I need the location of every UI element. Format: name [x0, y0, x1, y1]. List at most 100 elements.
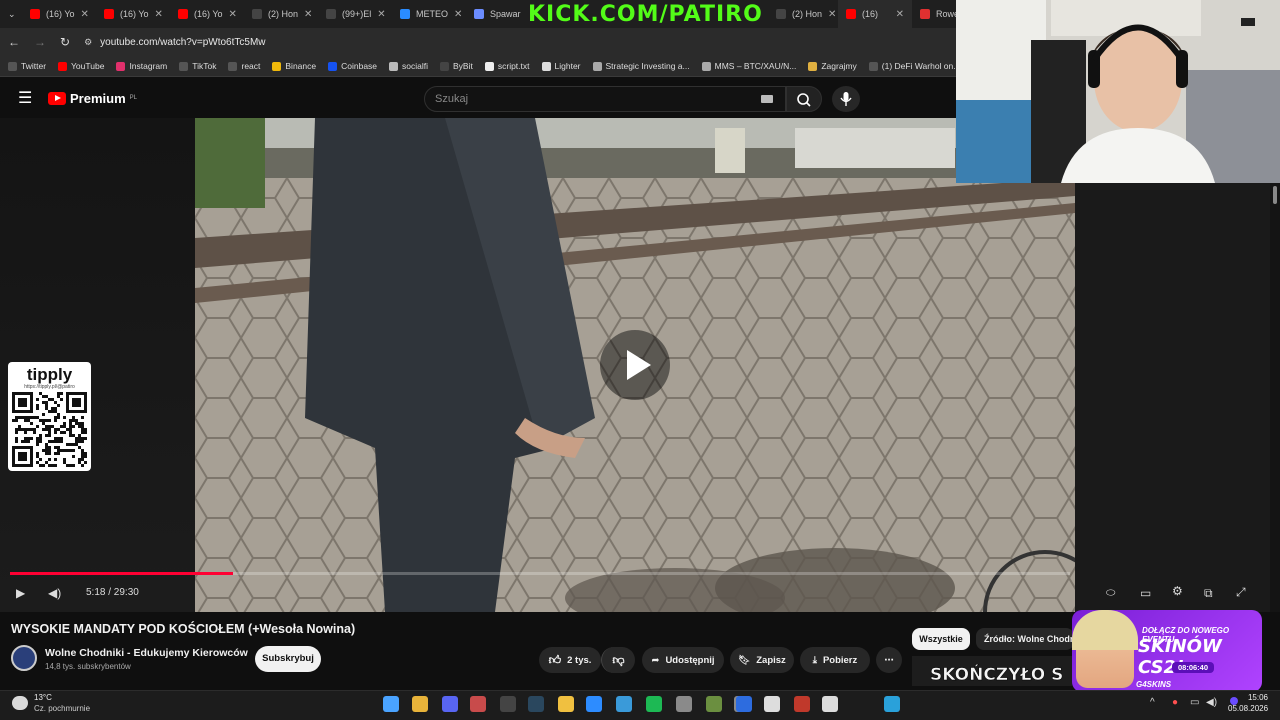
bookmark-item[interactable]: Instagram — [116, 61, 167, 71]
tab-list-button[interactable]: ⌄ — [0, 0, 22, 28]
bookmark-item[interactable]: Zagrajmy — [808, 61, 857, 71]
bookmark-item[interactable]: (1) DeFi Warhol on... — [868, 61, 956, 71]
subtitles-icon[interactable]: ▭ — [1140, 586, 1151, 600]
close-tab-icon[interactable]: ✕ — [304, 9, 312, 20]
browser-tab[interactable]: METEO ✕ — [392, 0, 466, 28]
big-play-button[interactable] — [600, 330, 670, 400]
voice-search-button[interactable] — [832, 86, 860, 112]
taskbar-date[interactable]: 05.08.2026 — [1228, 704, 1268, 713]
tray-chevron-icon[interactable]: ^ — [1150, 697, 1155, 708]
bookmark-item[interactable]: Twitter — [8, 61, 46, 71]
bookmark-item[interactable]: YouTube — [58, 61, 104, 71]
more-actions-button[interactable]: ⋯ — [876, 647, 902, 673]
url-field[interactable]: ⚙ youtube.com/watch?v=pWto6tTc5Mw — [84, 31, 956, 53]
browser-tab[interactable]: (16) Yo ✕ — [22, 0, 96, 28]
browser-tab[interactable]: Rowe — [912, 0, 956, 28]
volume-icon[interactable]: ◀) — [48, 586, 61, 600]
telegram-icon[interactable] — [884, 696, 900, 712]
share-button[interactable]: ➦ Udostępnij — [642, 647, 724, 673]
play-pause-icon[interactable]: ▶ — [16, 586, 25, 600]
discord-icon[interactable] — [442, 696, 458, 712]
browser-tab[interactable]: (16) Yo ✕ — [96, 0, 170, 28]
bookmark-item[interactable]: MMS – BTC/XAU/N... — [701, 61, 796, 71]
steam-icon[interactable] — [528, 696, 544, 712]
chip-all[interactable]: Wszystkie — [912, 628, 970, 650]
youtube-premium-logo[interactable]: Premium PL — [48, 91, 137, 106]
weather-description[interactable]: Cz. pochmurnie — [34, 704, 90, 713]
bookmark-item[interactable]: socialfi — [389, 61, 428, 71]
settings-gear-icon[interactable]: ⚙ — [1172, 584, 1183, 598]
page-scrollbar[interactable] — [1270, 183, 1280, 612]
hamburger-menu-icon[interactable]: ☰ — [18, 88, 32, 108]
calendar-icon[interactable] — [676, 696, 692, 712]
windows-start-icon[interactable] — [383, 696, 399, 712]
miniplayer-icon[interactable]: ⧉ — [1204, 586, 1213, 601]
bookmark-item[interactable]: TikTok — [179, 61, 216, 71]
close-tab-icon[interactable]: ✕ — [828, 9, 836, 20]
subscribe-button[interactable]: Subskrybuj — [255, 646, 321, 672]
bookmark-icon: 🔖︎ — [738, 654, 751, 666]
close-tab-icon[interactable]: ✕ — [81, 9, 89, 20]
weather-temperature[interactable]: 13°C — [34, 693, 52, 702]
notion-icon[interactable] — [822, 696, 838, 712]
browser-tab[interactable]: (16) ✕ — [838, 0, 912, 28]
chip-source[interactable]: Źródło: Wolne Chodniki — [976, 628, 1074, 650]
browser-tab[interactable]: (99+)El ✕ — [318, 0, 392, 28]
vpn-icon[interactable] — [616, 696, 632, 712]
notepad-icon[interactable] — [470, 696, 486, 712]
obs-icon[interactable] — [500, 696, 516, 712]
chrome-icon[interactable] — [412, 696, 428, 712]
reload-icon[interactable]: ↻ — [60, 35, 70, 49]
bookmark-item[interactable]: Binance — [272, 61, 316, 71]
thumbs-up-icon: 👍︎ — [548, 652, 562, 667]
search-input[interactable]: Szukaj — [424, 86, 786, 112]
channel-avatar[interactable] — [11, 645, 37, 671]
display-tray-icon[interactable]: ▭ — [1190, 697, 1199, 708]
close-tab-icon[interactable]: ✕ — [377, 9, 385, 20]
search-button[interactable] — [786, 86, 822, 112]
close-tab-icon[interactable]: ✕ — [454, 9, 462, 20]
spotify-icon[interactable] — [646, 696, 662, 712]
video-frame[interactable] — [195, 118, 1075, 612]
like-button[interactable]: 👍︎ 2 tys. — [539, 647, 601, 673]
bookmark-item[interactable]: Strategic Investing a... — [592, 61, 690, 71]
keyboard-icon[interactable] — [761, 95, 773, 103]
bookmark-item[interactable]: script.txt — [484, 61, 530, 71]
microphone-tray-icon[interactable]: ● — [1172, 697, 1178, 708]
taskbar-clock[interactable]: 15:06 — [1244, 693, 1268, 702]
browser-tab[interactable]: Spawar — [466, 0, 524, 28]
tipply-url: https://tipply.pl/@patiro — [24, 384, 75, 390]
save-button[interactable]: 🔖︎ Zapisz — [730, 647, 794, 673]
close-tab-icon[interactable]: ✕ — [896, 9, 904, 20]
autoplay-toggle-icon[interactable]: ⬭ — [1106, 587, 1115, 600]
lighter-icon — [541, 61, 551, 71]
github-icon — [484, 61, 494, 71]
back-arrow-icon[interactable]: ← — [8, 35, 20, 49]
fullscreen-icon[interactable]: ⤢ — [1236, 585, 1246, 600]
scrollbar-thumb[interactable] — [1273, 186, 1277, 204]
forward-arrow-icon[interactable]: → — [34, 35, 46, 49]
terminal-icon[interactable] — [706, 696, 722, 712]
volume-tray-icon[interactable]: ◀) — [1206, 697, 1217, 708]
channel-name[interactable]: Wolne Chodniki - Edukujemy Kierowców — [45, 647, 248, 659]
browser-tab[interactable]: (16) Yo ✕ — [170, 0, 244, 28]
dislike-button[interactable]: 👎︎ — [601, 647, 635, 673]
browser-tab[interactable]: (2) Hon ✕ — [768, 0, 838, 28]
weather-icon[interactable] — [12, 696, 28, 710]
red-app-icon[interactable] — [794, 696, 810, 712]
xbox-icon[interactable] — [736, 696, 752, 712]
tipply-qr-overlay: tipply https://tipply.pl/@patiro — [8, 362, 91, 471]
bookmark-item[interactable]: Lighter — [541, 61, 581, 71]
roblox-icon[interactable] — [764, 696, 780, 712]
close-tab-icon[interactable]: ✕ — [229, 9, 237, 20]
bookmark-item[interactable]: Coinbase — [328, 61, 377, 71]
bookmark-item[interactable]: react — [228, 61, 260, 71]
ccleaner-icon[interactable] — [586, 696, 602, 712]
file-explorer-icon[interactable] — [558, 696, 574, 712]
bookmark-item[interactable]: ByBit — [440, 61, 473, 71]
tab-label: (2) Hon — [268, 9, 299, 19]
site-info-icon[interactable]: ⚙ — [84, 37, 92, 48]
browser-tab[interactable]: (2) Hon ✕ — [244, 0, 318, 28]
download-button[interactable]: ⤓ Pobierz — [800, 647, 870, 673]
close-tab-icon[interactable]: ✕ — [155, 9, 163, 20]
